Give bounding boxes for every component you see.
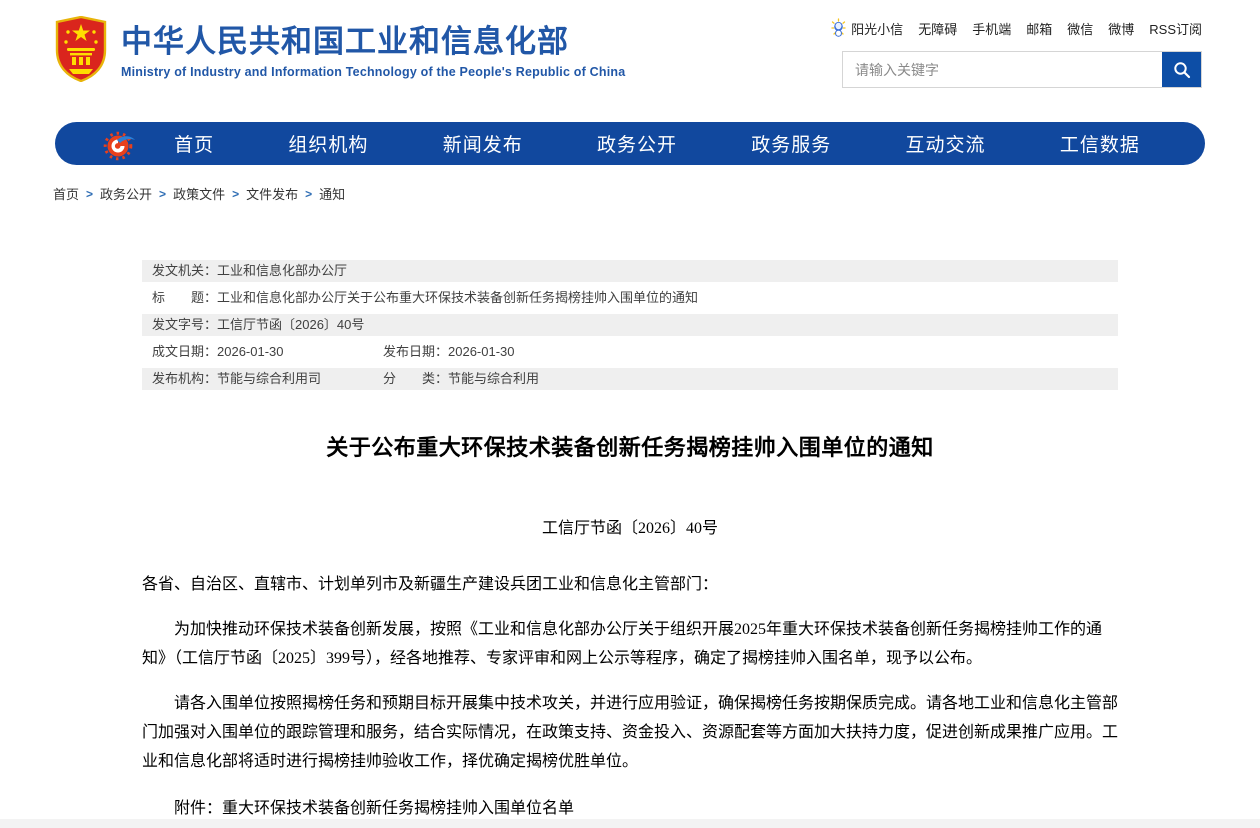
link-mailbox[interactable]: 邮箱 (1026, 19, 1052, 38)
link-sunshine-xiaoxin[interactable]: 阳光小信 (851, 19, 903, 38)
meta-row-doc-number: 发文字号： 工信厅节函〔2026〕40号 (142, 314, 1118, 336)
nav-item-organization[interactable]: 组织机构 (288, 130, 368, 157)
breadcrumb-home[interactable]: 首页 (53, 184, 79, 203)
meta-value: 工业和信息化部办公厅关于公布重大环保技术装备创新任务揭榜挂帅入围单位的通知 (217, 290, 699, 305)
meta-label: 成文日期： (152, 344, 218, 359)
footer-strip (0, 819, 1260, 828)
nav-item-gov-services[interactable]: 政务服务 (751, 130, 831, 157)
article-container: 发文机关： 工业和信息化部办公厅 标 题： 工业和信息化部办公厅关于公布重大环保技术… (142, 260, 1118, 823)
meta-value: 2026-01-30 (217, 344, 284, 359)
meta-value: 工信厅节函〔2026〕40号 (217, 317, 365, 332)
main-nav: 首页 组织机构 新闻发布 政务公开 政务服务 互动交流 工信数据 (55, 122, 1205, 165)
breadcrumb-notice[interactable]: 通知 (319, 184, 345, 203)
article-doc-number: 工信厅节函〔2026〕40号 (541, 520, 718, 537)
article-salutation: 各省、自治区、直辖市、计划单列市及新疆生产建设兵团工业和信息化主管部门： (142, 576, 719, 593)
search-input[interactable] (843, 52, 1162, 87)
link-accessibility[interactable]: 无障碍 (918, 19, 957, 38)
link-weibo[interactable]: 微博 (1108, 19, 1134, 38)
article-title: 关于公布重大环保技术装备创新任务揭榜挂帅入围单位的通知 (326, 435, 934, 460)
meta-value: 工业和信息化部办公厅 (217, 263, 348, 278)
link-wechat[interactable]: 微信 (1067, 19, 1093, 38)
meta-row-issuing-agency: 发文机关： 工业和信息化部办公厅 (142, 260, 1118, 282)
nav-item-gov-disclosure[interactable]: 政务公开 (597, 130, 677, 157)
breadcrumb-policy-documents[interactable]: 政策文件 (173, 184, 225, 203)
search-icon (1173, 61, 1190, 78)
meta-label: 标 题： (152, 290, 218, 305)
breadcrumb: 首页 > 政务公开 > 政策文件 > 文件发布 > 通知 (53, 184, 1260, 203)
nav-item-home[interactable]: 首页 (174, 130, 214, 157)
meta-row-publisher-category: 发布机构： 节能与综合利用司 分 类： 节能与综合利用 (142, 368, 1118, 390)
breadcrumb-gov-disclosure[interactable]: 政务公开 (100, 184, 152, 203)
meta-label: 发文字号： (152, 317, 218, 332)
breadcrumb-separator: > (86, 186, 94, 201)
site-logo-block[interactable]: 中华人民共和国工业和信息化部 Ministry of Industry and … (55, 16, 625, 82)
nav-item-interaction[interactable]: 互动交流 (906, 130, 986, 157)
breadcrumb-separator: > (232, 186, 240, 201)
breadcrumb-document-release[interactable]: 文件发布 (246, 184, 298, 203)
site-subtitle: Ministry of Industry and Information Tec… (121, 64, 626, 79)
meta-value: 节能与综合利用 (448, 371, 540, 386)
link-mobile[interactable]: 手机端 (972, 19, 1011, 38)
meta-row-title: 标 题： 工业和信息化部办公厅关于公布重大环保技术装备创新任务揭榜挂帅入围单位的通… (142, 287, 1118, 309)
link-rss[interactable]: RSS订阅 (1149, 19, 1202, 38)
meta-value: 2026-01-30 (448, 344, 515, 359)
site-header: 中华人民共和国工业和信息化部 Ministry of Industry and … (0, 0, 1260, 108)
nav-item-miit-data[interactable]: 工信数据 (1060, 130, 1140, 157)
meta-label: 分 类： (383, 371, 449, 386)
meta-label: 发文机关： (152, 263, 218, 278)
nav-item-news[interactable]: 新闻发布 (443, 130, 523, 157)
meta-value: 节能与综合利用司 (217, 371, 322, 386)
article-paragraph-2: 请各入围单位按照揭榜任务和预期目标开展集中技术攻关，并进行应用验证，确保揭榜任务… (142, 695, 1119, 770)
meta-row-dates: 成文日期： 2026-01-30 发布日期： 2026-01-30 (142, 341, 1118, 363)
breadcrumb-separator: > (159, 186, 167, 201)
meta-label: 发布机构： (152, 371, 218, 386)
top-utility-links: 阳光小信 无障碍 手机端 邮箱 微信 微博 RSS订阅 (831, 18, 1202, 38)
meta-label: 发布日期： (383, 344, 449, 359)
sunshine-mascot-icon (831, 18, 846, 37)
search-box (842, 51, 1202, 88)
breadcrumb-separator: > (305, 186, 313, 201)
national-emblem-icon (55, 16, 107, 82)
article-paragraph-1: 为加快推动环保技术装备创新发展，按照《工业和信息化部办公厅关于组织开展2025年… (142, 621, 1103, 667)
search-button[interactable] (1162, 52, 1201, 87)
miit-gear-logo-icon (103, 131, 135, 160)
document-meta-table: 发文机关： 工业和信息化部办公厅 标 题： 工业和信息化部办公厅关于公布重大环保技术… (142, 260, 1118, 390)
site-title: 中华人民共和国工业和信息化部 (121, 24, 569, 59)
